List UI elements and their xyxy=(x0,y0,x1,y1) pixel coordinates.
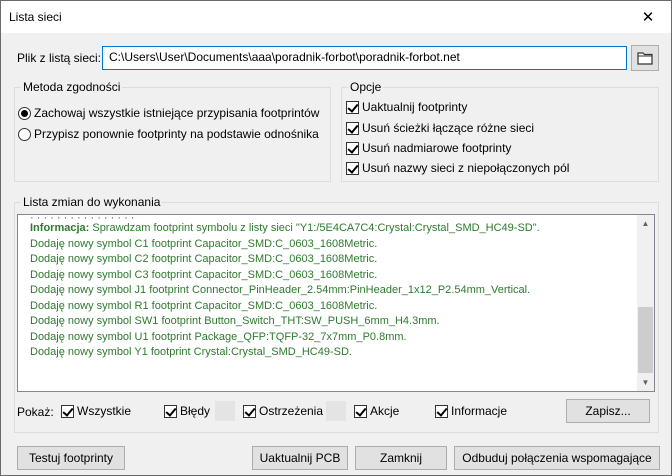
log-tag: Informacja: xyxy=(30,222,90,234)
checkbox[interactable] xyxy=(346,100,359,114)
log-line: Dodaję nowy symbol J1 footprint Connecto… xyxy=(30,284,531,296)
filter-warnings[interactable]: Ostrzeżenia xyxy=(243,404,323,418)
netlist-dialog: Lista sieci ✕ Plik z listą sieci: C:\Use… xyxy=(0,0,672,476)
filter-errors-label: Błędy xyxy=(180,404,211,418)
rebuild-ratsnest-button[interactable]: Odbuduj połączenia wspomagające xyxy=(454,446,660,470)
log-line: Dodaję nowy symbol C3 footprint Capacito… xyxy=(30,268,378,281)
options-legend: Opcje xyxy=(348,80,384,94)
filter-info[interactable]: Informacje xyxy=(435,404,507,418)
log-line: Dodaję nowy symbol SW1 footprint Button_… xyxy=(30,315,440,327)
log-line: Dodaję nowy symbol R1 footprint Capacito… xyxy=(30,299,378,312)
checkbox[interactable] xyxy=(435,404,448,418)
log-scrollbar[interactable]: ▲ ▼ xyxy=(637,215,654,391)
netlist-file-input[interactable]: C:\Users\User\Documents\aaa\poradnik-for… xyxy=(102,46,627,70)
radio-keep-indicator[interactable] xyxy=(18,106,31,120)
folder-icon xyxy=(637,52,653,65)
option-label: Uaktualnij footprinty xyxy=(362,100,468,114)
log-line: Dodaję nowy symbol U1 footprint Package_… xyxy=(30,330,407,343)
warnings-color-swatch xyxy=(326,401,346,421)
test-footprints-button[interactable]: Testuj footprinty xyxy=(17,446,125,470)
option-label: Usuń nadmiarowe footprinty xyxy=(362,141,512,155)
log-line: Informacja: Sprawdzam footprint symbolu … xyxy=(30,221,634,237)
option-label: Usuń ścieżki łączące różne sieci xyxy=(362,121,535,135)
update-pcb-button[interactable]: Uaktualnij PCB xyxy=(252,446,348,470)
show-label: Pokaż: xyxy=(17,405,54,419)
radio-keep-label: Zachowaj wszystkie istniejące przypisani… xyxy=(34,106,320,120)
close-icon[interactable]: ✕ xyxy=(625,1,671,33)
log-line: Dodaję nowy symbol C2 footprint Capacito… xyxy=(30,253,378,265)
checkbox[interactable] xyxy=(243,404,256,418)
checkbox[interactable] xyxy=(346,121,359,135)
filter-info-label: Informacje xyxy=(451,404,508,418)
checkbox[interactable] xyxy=(346,141,359,155)
scroll-up-icon[interactable]: ▲ xyxy=(637,215,654,232)
radio-reassign-indicator[interactable] xyxy=(18,127,31,141)
option-remove-extra-footprints[interactable]: Usuń nadmiarowe footprinty xyxy=(346,141,511,155)
log-line: Dodaję nowy symbol C1 footprint Capacito… xyxy=(30,237,378,250)
filter-errors[interactable]: Błędy xyxy=(164,404,210,418)
close-button[interactable]: Zamknij xyxy=(355,446,447,470)
filter-all[interactable]: Wszystkie xyxy=(61,404,131,418)
radio-keep-assignments[interactable]: Zachowaj wszystkie istniejące przypisani… xyxy=(18,106,319,120)
checkbox[interactable] xyxy=(61,404,74,418)
log-line: Dodaję nowy symbol Y1 footprint Crystal:… xyxy=(30,346,352,358)
changes-legend: Lista zmian do wykonania xyxy=(21,195,163,209)
changes-log[interactable]: · · · · · · · · · · · · · · · · Informac… xyxy=(17,214,655,392)
filter-all-label: Wszystkie xyxy=(77,404,131,418)
title-bar: Lista sieci ✕ xyxy=(1,1,671,33)
browse-folder-button[interactable] xyxy=(631,45,659,71)
option-remove-net-names[interactable]: Usuń nazwy sieci z niepołączonych pól xyxy=(346,161,569,175)
filter-actions[interactable]: Akcje xyxy=(354,404,399,418)
checkbox[interactable] xyxy=(354,404,367,418)
option-update-footprints[interactable]: Uaktualnij footprinty xyxy=(346,100,467,114)
save-report-button[interactable]: Zapisz... xyxy=(566,399,650,423)
filter-actions-label: Akcje xyxy=(370,404,400,418)
filter-warnings-label: Ostrzeżenia xyxy=(259,404,324,418)
option-label: Usuń nazwy sieci z niepołączonych pól xyxy=(362,161,570,175)
file-label: Plik z listą sieci: xyxy=(17,51,102,65)
checkbox[interactable] xyxy=(164,404,177,418)
checkbox[interactable] xyxy=(346,161,359,175)
log-text: Sprawdzam footprint symbolu z listy siec… xyxy=(89,222,540,234)
log-lines: · · · · · · · · · · · · · · · · Informac… xyxy=(30,217,634,361)
scroll-thumb[interactable] xyxy=(638,307,653,373)
radio-reassign-label: Przypisz ponownie footprinty na podstawi… xyxy=(34,127,319,141)
errors-color-swatch xyxy=(215,401,235,421)
scroll-down-icon[interactable]: ▼ xyxy=(637,374,654,391)
window-title: Lista sieci xyxy=(9,10,62,24)
match-method-legend: Metoda zgodności xyxy=(21,80,123,94)
radio-reassign-by-ref[interactable]: Przypisz ponownie footprinty na podstawi… xyxy=(18,127,319,141)
option-remove-tracks[interactable]: Usuń ścieżki łączące różne sieci xyxy=(346,121,534,135)
